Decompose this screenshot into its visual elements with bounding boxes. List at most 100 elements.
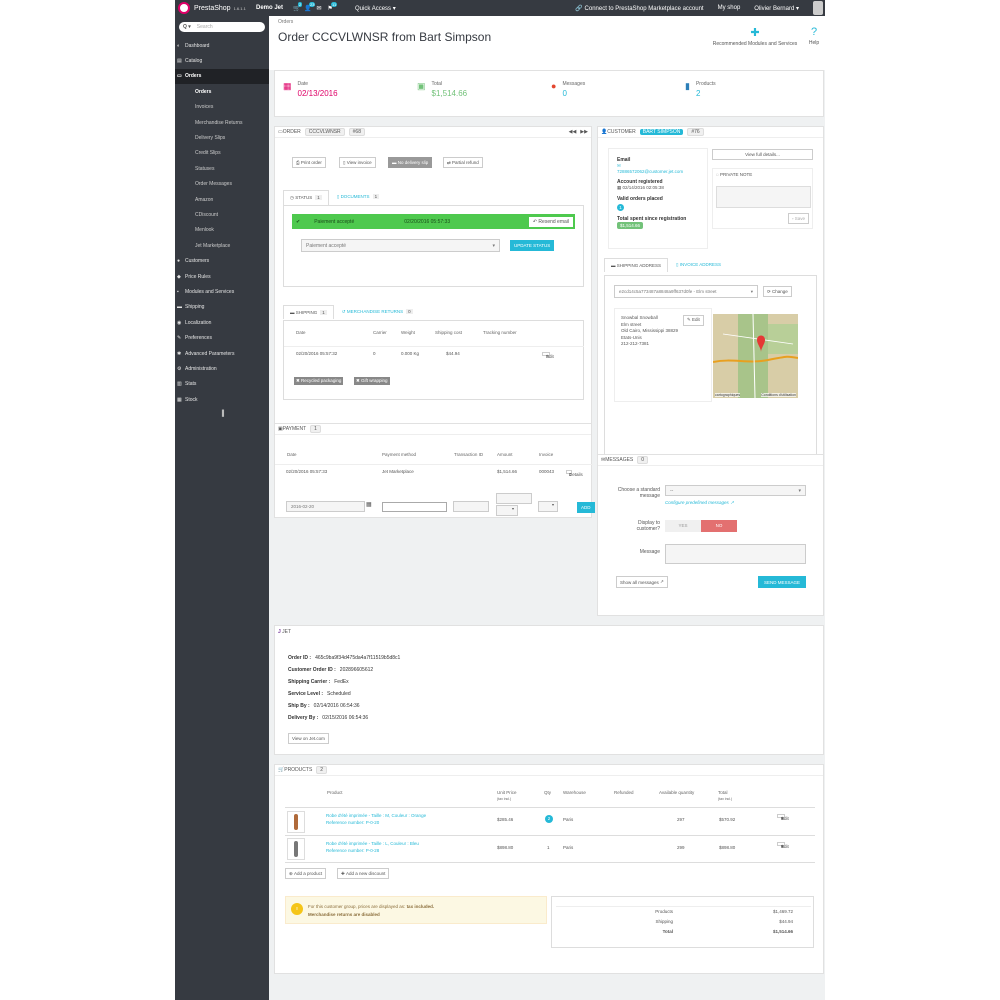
prestashop-logo[interactable]: PrestaShop 1.6.1.1 xyxy=(178,2,256,14)
sidebar-item-orders[interactable]: ▭ Orders xyxy=(175,68,269,85)
print-order-button[interactable]: ⎙ Print order xyxy=(292,157,326,168)
sidebar-subitem-orders[interactable]: Orders xyxy=(175,84,269,99)
map-terms-link[interactable]: Conditions d'utilisation xyxy=(761,393,796,397)
display-toggle[interactable]: YES NO xyxy=(665,520,737,532)
view-invoice-button[interactable]: ▯ View invoice xyxy=(339,157,376,168)
sidebar-item-dashboard[interactable]: ◐ Dashboard xyxy=(175,38,269,53)
envelope-icon[interactable]: ✉ xyxy=(315,5,323,12)
edit-shipping-button[interactable]: ✎ Edit xyxy=(542,351,554,359)
edit-product-button[interactable]: ✎ Edit ▾ xyxy=(777,842,789,849)
payment-date-input[interactable]: 2016-02-20 xyxy=(286,501,365,512)
sidebar-subitem-invoices[interactable]: Invoices xyxy=(175,100,269,115)
customer-name-link[interactable]: BART SIMPSON xyxy=(639,129,684,135)
warning-icon: ! xyxy=(291,903,303,915)
user-icon[interactable]: 👤 23 xyxy=(304,1,316,12)
sidebar-item-modules[interactable]: ▪ Modules and Services xyxy=(175,284,269,299)
sidebar-item-stock[interactable]: ▦ Stock xyxy=(175,392,269,407)
tab-invoice-address[interactable]: ▯ INVOICE ADDRESS xyxy=(670,258,727,272)
product-name-link[interactable]: Robe d'été imprimée - Taille : L, Couleu… xyxy=(326,841,419,846)
address-select[interactable]: e2cd14c5a773487a8848a9ff637d0fe - Elm st… xyxy=(614,285,758,298)
sidebar-item-localization[interactable]: ◉ Localization xyxy=(175,315,269,330)
prev-order-icon[interactable]: ◀◀ xyxy=(569,129,577,135)
sidebar-subitem-order-messages[interactable]: Order Messages xyxy=(175,177,269,192)
product-name-link[interactable]: Robe d'été imprimée - Taille : M, Couleu… xyxy=(326,813,426,818)
quick-access-menu[interactable]: Quick Access ▾ xyxy=(355,5,396,12)
payment-details-button[interactable]: ⌕ Details xyxy=(566,469,583,477)
message-textarea[interactable] xyxy=(665,544,806,564)
toggle-yes[interactable]: YES xyxy=(665,520,701,532)
sidebar-subitem-delivery-slips[interactable]: Delivery Slips xyxy=(175,130,269,145)
messages-icon[interactable]: ⚑ 11 xyxy=(326,1,338,12)
tax-notice-line1: For this customer group, prices are disp… xyxy=(308,904,406,909)
sidebar-item-customers[interactable]: ● Customers xyxy=(175,253,269,268)
sidebar-item-administration[interactable]: ⚙ Administration xyxy=(175,361,269,376)
add-discount-button[interactable]: ✚ Add a new discount xyxy=(337,868,390,879)
sidebar-subitem-merchandise-returns[interactable]: Merchandise Returns xyxy=(175,115,269,130)
edit-product-button[interactable]: ✎ Edit ▾ xyxy=(777,814,789,821)
add-product-button[interactable]: ⊕ Add a product xyxy=(285,868,327,879)
tab-status-label: STATUS xyxy=(295,195,313,200)
kpi-panel: ▦ Date 02/13/2016 ▣ Total $1,514.66 ● Message… xyxy=(274,70,824,117)
help-button[interactable]: ? Help xyxy=(805,26,823,46)
calendar-icon[interactable]: ▦ xyxy=(366,501,372,508)
jet-field-key: Service Level : xyxy=(288,691,324,697)
sidebar-item-preferences[interactable]: ✎ Preferences xyxy=(175,330,269,345)
breadcrumb[interactable]: Orders xyxy=(278,19,293,25)
save-note-button[interactable]: ▫ Save xyxy=(787,213,809,224)
sidebar-item-advanced-parameters[interactable]: ✱ Advanced Parameters xyxy=(175,346,269,361)
recommended-modules-button[interactable]: ✚ Recommended Modules and Services xyxy=(703,26,807,47)
payment-method-input[interactable] xyxy=(382,502,447,512)
order-panel: ▭ ORDER CCCVLWNSR #68 ◀◀ ▶▶ ⎙ Print orde… xyxy=(274,126,592,426)
sidebar-subitem-cdiscount[interactable]: CDiscount xyxy=(175,207,269,222)
tab-shipping-address[interactable]: ▬ SHIPPING ADDRESS xyxy=(604,258,669,272)
shop-name[interactable]: Demo Jet xyxy=(256,5,283,11)
caret-down-icon: ▾ xyxy=(781,844,784,849)
sidebar-item-price-rules[interactable]: ◆ Price Rules xyxy=(175,269,269,284)
next-order-icon[interactable]: ▶▶ xyxy=(580,129,588,135)
configure-messages-link[interactable]: Configure predefined messages ↗ xyxy=(665,500,734,506)
resend-email-button[interactable]: ↶ Resend email xyxy=(528,216,573,227)
invoice-select[interactable]: ▾ xyxy=(538,501,558,512)
transaction-id-input[interactable] xyxy=(453,501,489,512)
sidebar-item-stats[interactable]: ▥ Stats xyxy=(175,377,269,392)
amount-input[interactable] xyxy=(496,493,532,504)
user-menu[interactable]: Olivier Bernard ▾ xyxy=(754,5,799,12)
send-message-button[interactable]: SEND MESSAGE xyxy=(758,576,806,588)
standard-message-value: -- xyxy=(670,487,674,494)
show-all-messages-button[interactable]: Show all messages ↗ xyxy=(616,576,668,588)
standard-message-select[interactable]: -- ▾ xyxy=(665,485,806,496)
partial-refund-button[interactable]: ⇄ Partial refund xyxy=(443,157,483,168)
add-payment-button[interactable]: ADD xyxy=(577,502,595,513)
shipping-carrier: 0 xyxy=(373,351,376,356)
change-address-button[interactable]: ⟳ Change xyxy=(763,286,792,297)
tab-shipping[interactable]: ▬ SHIPPING 1 xyxy=(283,305,334,319)
sidebar-subitem-menlook[interactable]: Menlook xyxy=(175,223,269,238)
update-status-button[interactable]: UPDATE STATUS xyxy=(510,240,555,251)
sidebar-item-shipping[interactable]: ▬ Shipping xyxy=(175,300,269,315)
my-shop-link[interactable]: My shop xyxy=(718,5,741,11)
status-select[interactable]: Paiement accepté ▾ xyxy=(301,239,500,252)
tab-merchandise-returns[interactable]: ↺ MERCHANDISE RETURNS 0 xyxy=(336,305,419,319)
view-on-jet-button[interactable]: View on Jet.com xyxy=(288,733,329,744)
sidebar-subitem-jet-marketplace[interactable]: Jet Marketplace xyxy=(175,238,269,253)
col-refunded: Refunded xyxy=(614,790,634,795)
sidebar-subitem-statuses[interactable]: Statuses xyxy=(175,161,269,176)
private-note-label: PRIVATE NOTE xyxy=(719,172,753,177)
currency-select[interactable]: ▾ xyxy=(496,505,518,516)
sidebar-subitem-credit-slips[interactable]: Credit Slips xyxy=(175,146,269,161)
sidebar-subitem-amazon[interactable]: Amazon xyxy=(175,192,269,207)
view-full-details-button[interactable]: View full details... xyxy=(712,149,813,160)
address-map[interactable]: cartographiques Conditions d'utilisation xyxy=(712,313,799,399)
customer-email-link[interactable]: 72886572062@customer.jet.com xyxy=(617,169,699,174)
cart-icon[interactable]: 🛒 2 xyxy=(293,1,303,12)
edit-address-button[interactable]: ✎ Edit xyxy=(683,315,704,326)
toggle-no[interactable]: NO xyxy=(701,520,737,532)
private-note-textarea[interactable] xyxy=(716,186,811,208)
tab-status[interactable]: ◷ STATUS 1 xyxy=(283,190,329,205)
connect-marketplace-link[interactable]: 🔗 Connect to PrestaShop Marketplace acco… xyxy=(575,5,703,12)
tab-documents[interactable]: ▯ DOCUMENTS 1 xyxy=(331,190,385,205)
collapse-menu-icon[interactable]: ▐ xyxy=(175,411,269,421)
sidebar-item-catalog[interactable]: ▤ Catalog xyxy=(175,53,269,68)
avatar[interactable] xyxy=(813,1,823,15)
search-input[interactable]: Q ▾ Search xyxy=(179,22,265,32)
